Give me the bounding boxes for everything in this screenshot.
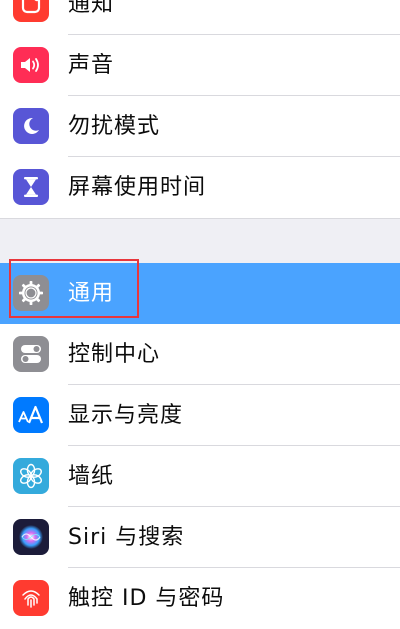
settings-row-label: 控制中心 xyxy=(68,342,161,367)
hourglass-icon xyxy=(13,169,49,205)
notifications-icon xyxy=(13,0,49,22)
settings-row-label: 通知 xyxy=(68,0,115,17)
settings-row-notifications[interactable]: 通知 xyxy=(0,0,400,35)
wallpaper-flower-icon xyxy=(13,458,49,494)
fingerprint-icon xyxy=(13,580,49,616)
moon-icon xyxy=(13,108,49,144)
settings-row-general[interactable]: 通用 xyxy=(0,263,400,324)
gear-icon xyxy=(13,275,49,311)
settings-row-label: 触控 ID 与密码 xyxy=(68,586,225,611)
settings-row-label: 通用 xyxy=(68,281,115,306)
settings-row-label: 屏幕使用时间 xyxy=(68,175,207,200)
settings-row-label: 勿扰模式 xyxy=(68,114,161,139)
settings-row-display-brightness[interactable]: 显示与亮度 xyxy=(0,385,400,446)
settings-row-touch-id-passcode[interactable]: 触控 ID 与密码 xyxy=(0,568,400,629)
settings-row-do-not-disturb[interactable]: 勿扰模式 xyxy=(0,96,400,157)
control-center-icon xyxy=(13,336,49,372)
settings-row-sounds[interactable]: 声音 xyxy=(0,35,400,96)
group-divider xyxy=(0,218,400,219)
settings-row-label: Siri 与搜索 xyxy=(68,525,185,550)
siri-icon xyxy=(13,519,49,555)
settings-group-1: 通知 声音 勿扰模式 屏幕使用时间 xyxy=(0,0,400,218)
speaker-icon xyxy=(13,47,49,83)
settings-row-label: 墙纸 xyxy=(68,464,115,489)
settings-row-screen-time[interactable]: 屏幕使用时间 xyxy=(0,157,400,218)
settings-row-label: 声音 xyxy=(68,53,115,78)
settings-row-wallpaper[interactable]: 墙纸 xyxy=(0,446,400,507)
settings-group-2: 通用 控制中心 显示与亮度 墙纸 Siri 与搜索 触控 ID 与密码 xyxy=(0,263,400,629)
settings-row-siri-search[interactable]: Siri 与搜索 xyxy=(0,507,400,568)
settings-row-control-center[interactable]: 控制中心 xyxy=(0,324,400,385)
settings-row-label: 显示与亮度 xyxy=(68,403,184,428)
display-aa-icon xyxy=(13,397,49,433)
